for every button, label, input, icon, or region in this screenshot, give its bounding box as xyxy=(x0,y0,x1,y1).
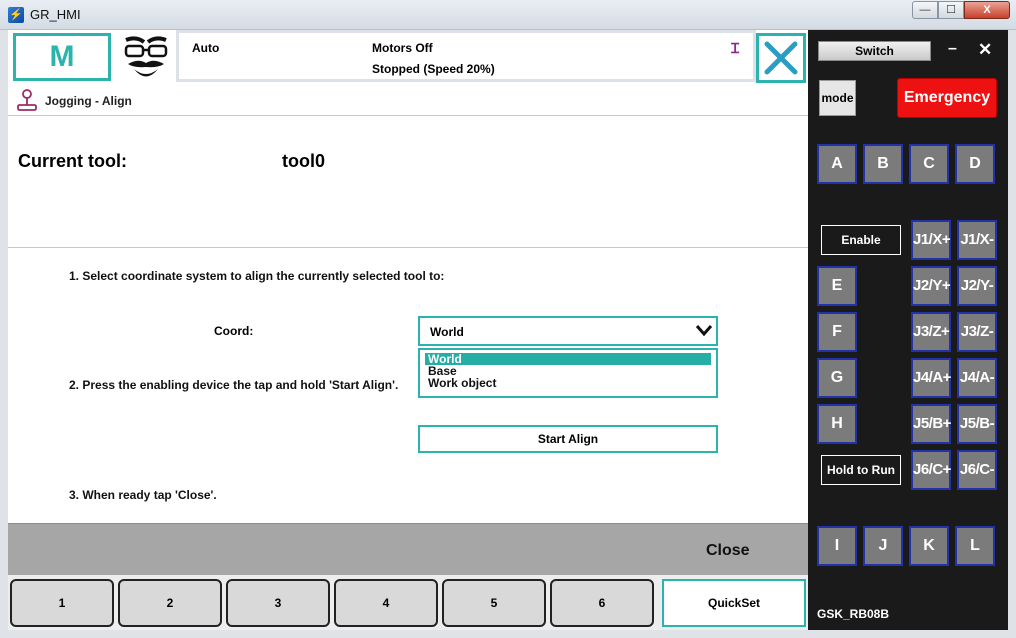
start-align-button[interactable]: Start Align xyxy=(418,425,718,453)
instruction-step-1: 1. Select coordinate system to align the… xyxy=(69,269,445,283)
enable-button[interactable]: Enable xyxy=(821,225,901,255)
panel-minimize-button[interactable]: – xyxy=(948,40,957,58)
close-bar: Close xyxy=(8,523,808,575)
jog-j4-plus[interactable]: J4/A+ xyxy=(911,358,951,398)
close-icon xyxy=(764,41,798,75)
coord-option-world[interactable]: World xyxy=(425,353,711,365)
window-title: GR_HMI xyxy=(30,7,81,22)
close-button[interactable]: Close xyxy=(706,542,750,560)
jog-j1-minus[interactable]: J1/X- xyxy=(957,220,997,260)
tab-6[interactable]: 6 xyxy=(550,579,654,627)
jog-j6-plus[interactable]: J6/C+ xyxy=(911,450,951,490)
tab-2[interactable]: 2 xyxy=(118,579,222,627)
key-c[interactable]: C xyxy=(909,144,949,184)
instruction-step-2: 2. Press the enabling device the tap and… xyxy=(69,378,399,392)
teach-pendant-panel: Switch – ✕ mode Emergency A B C D Enable… xyxy=(808,30,1008,630)
tab-4[interactable]: 4 xyxy=(334,579,438,627)
jog-j2-minus[interactable]: J2/Y- xyxy=(957,266,997,306)
face-icon[interactable] xyxy=(120,36,172,82)
coord-option-work-object[interactable]: Work object xyxy=(425,377,711,389)
panel-close-button[interactable]: ✕ xyxy=(978,40,992,60)
tab-5[interactable]: 5 xyxy=(442,579,546,627)
coord-select[interactable]: World xyxy=(418,316,718,346)
jog-j3-plus[interactable]: J3/Z+ xyxy=(911,312,951,352)
breadcrumb-label: Jogging - Align xyxy=(45,94,132,108)
key-f[interactable]: F xyxy=(817,312,857,352)
key-g[interactable]: G xyxy=(817,358,857,398)
status-mode: Auto xyxy=(192,41,220,55)
close-x-button[interactable] xyxy=(756,33,806,83)
jog-j3-minus[interactable]: J3/Z- xyxy=(957,312,997,352)
joystick-icon xyxy=(16,89,38,114)
current-tool-label: Current tool: xyxy=(18,151,127,171)
jog-j1-plus[interactable]: J1/X+ xyxy=(911,220,951,260)
quickset-tab[interactable]: QuickSet xyxy=(662,579,806,627)
chevron-down-icon[interactable] xyxy=(694,323,714,342)
mode-button[interactable]: mode xyxy=(819,80,856,116)
key-b[interactable]: B xyxy=(863,144,903,184)
status-motors: Motors Off xyxy=(372,41,433,55)
switch-button[interactable]: Switch xyxy=(818,41,931,61)
current-tool-value: tool0 xyxy=(282,151,325,171)
menu-button[interactable]: M xyxy=(13,33,111,81)
key-e[interactable]: E xyxy=(817,266,857,306)
key-k[interactable]: K xyxy=(909,526,949,566)
key-h[interactable]: H xyxy=(817,404,857,444)
key-i[interactable]: I xyxy=(817,526,857,566)
coord-label: Coord: xyxy=(214,324,254,338)
section-divider xyxy=(8,247,808,248)
window-controls: — ☐ X xyxy=(912,1,1010,21)
status-state: Stopped (Speed 20%) xyxy=(372,62,495,76)
jog-j4-minus[interactable]: J4/A- xyxy=(957,358,997,398)
app-icon: ⚡ xyxy=(8,7,24,23)
status-indicator-icon: Ɪ xyxy=(731,40,739,56)
window-minimize-button[interactable]: — xyxy=(912,1,938,19)
status-panel[interactable]: Auto Motors Off Stopped (Speed 20%) Ɪ xyxy=(176,30,756,82)
jog-j2-plus[interactable]: J2/Y+ xyxy=(911,266,951,306)
window-titlebar: ⚡ GR_HMI — ☐ X xyxy=(0,0,1016,30)
menu-button-label: M xyxy=(49,40,75,73)
jog-j5-plus[interactable]: J5/B+ xyxy=(911,404,951,444)
emergency-button[interactable]: Emergency xyxy=(897,78,997,118)
breadcrumb: Jogging - Align xyxy=(8,86,808,116)
jog-j5-minus[interactable]: J5/B- xyxy=(957,404,997,444)
tab-bar: 1 2 3 4 5 6 QuickSet xyxy=(8,575,808,630)
key-a[interactable]: A xyxy=(817,144,857,184)
coord-dropdown-list: World Base Work object xyxy=(418,348,718,398)
key-j[interactable]: J xyxy=(863,526,903,566)
window-maximize-button[interactable]: ☐ xyxy=(938,1,964,19)
key-l[interactable]: L xyxy=(955,526,995,566)
tab-1[interactable]: 1 xyxy=(10,579,114,627)
robot-model-label: GSK_RB08B xyxy=(817,607,890,621)
key-d[interactable]: D xyxy=(955,144,995,184)
tab-3[interactable]: 3 xyxy=(226,579,330,627)
coord-select-value: World xyxy=(430,325,464,339)
window-close-button[interactable]: X xyxy=(964,1,1010,19)
main-panel: M Auto Motors Off Stopped (Speed 20%) Ɪ xyxy=(8,30,808,630)
hold-to-run-button[interactable]: Hold to Run xyxy=(821,455,901,485)
instruction-step-3: 3. When ready tap 'Close'. xyxy=(69,488,217,502)
jog-j6-minus[interactable]: J6/C- xyxy=(957,450,997,490)
